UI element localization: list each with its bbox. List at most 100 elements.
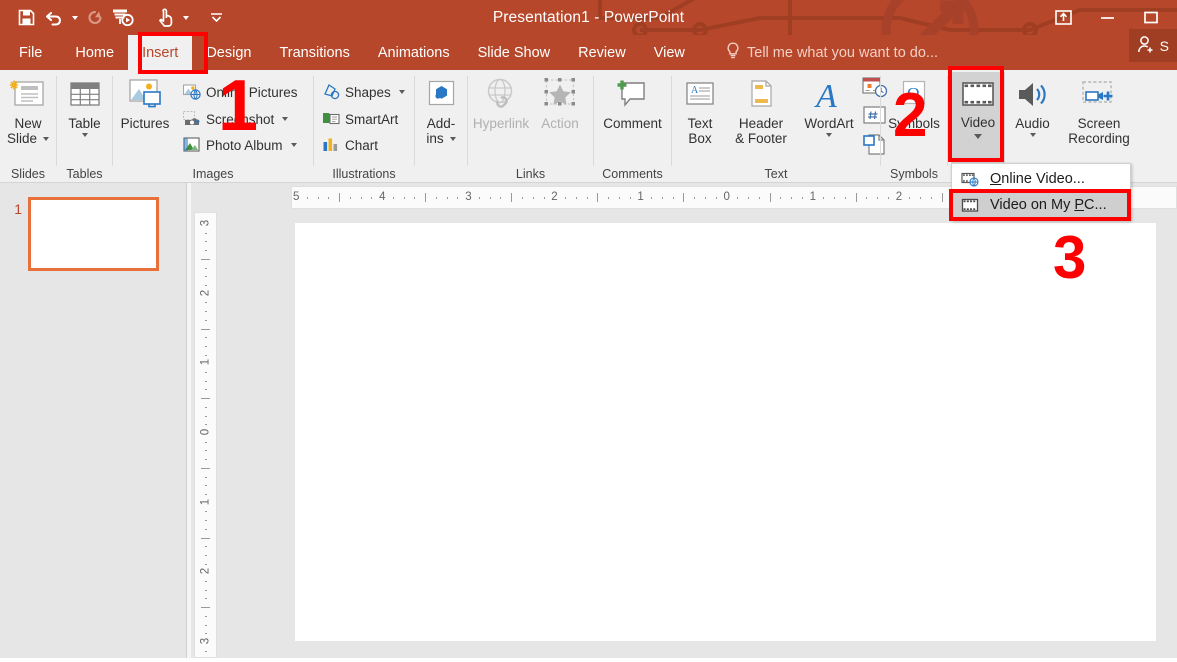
hruler-tick (780, 196, 782, 199)
menu-item-online-video-label: Online Video... (990, 171, 1085, 187)
wordart-button[interactable]: A WordArt (798, 73, 860, 137)
vruler-tick (204, 389, 207, 391)
vruler-tick-label: 1 (199, 359, 212, 366)
screenshot-dropdown-icon[interactable] (282, 117, 289, 121)
touch-mouse-dropdown-icon[interactable] (179, 3, 192, 33)
text-box-button[interactable]: A Text Box (676, 73, 724, 146)
slide-thumbnail-item[interactable]: 1 (0, 197, 187, 271)
quick-access-toolbar (0, 0, 226, 35)
new-slide-button[interactable]: New Slide (4, 73, 52, 146)
undo-dropdown-icon[interactable] (68, 3, 81, 33)
start-from-beginning-icon[interactable] (109, 3, 137, 33)
vruler-tick-label: 2 (199, 289, 212, 296)
group-label-links: Links (515, 167, 546, 181)
slide-canvas[interactable] (295, 223, 1156, 641)
tab-slide-show[interactable]: Slide Show (464, 35, 565, 70)
hruler-tick (435, 196, 437, 199)
ribbon-group-illustrations: Shapes SmartArt Chart Illustrations (314, 70, 414, 183)
table-button[interactable]: Table (60, 73, 109, 137)
pictures-button[interactable]: Pictures (115, 73, 175, 131)
customize-quick-access-icon[interactable] (206, 3, 226, 33)
tab-review[interactable]: Review (564, 35, 640, 70)
ribbon-group-links: Hyperlink Action Links (468, 70, 593, 183)
vruler-tick (201, 537, 210, 539)
group-label-slides: Slides (10, 167, 46, 181)
shapes-dropdown-icon[interactable] (398, 90, 405, 94)
ribbon-group-tables: Table Tables (57, 70, 112, 183)
vruler-tick (204, 302, 207, 304)
vruler-tick (201, 258, 210, 260)
table-label: Table (68, 116, 101, 131)
slide-editor-area: 6543210123 3210123 (191, 183, 1177, 658)
ribbon-group-images: Pictures Online Pictures Screenshot Phot… (113, 70, 313, 183)
hyperlink-button[interactable]: Hyperlink (470, 73, 532, 131)
hruler-tick (920, 196, 922, 199)
audio-dropdown-icon[interactable] (1029, 133, 1036, 137)
sign-in-label: S (1159, 37, 1169, 54)
vruler-tick (204, 615, 207, 617)
vruler-tick (204, 345, 207, 347)
tab-view[interactable]: View (640, 35, 699, 70)
sign-in-button[interactable]: S (1128, 29, 1177, 62)
smartart-button[interactable]: SmartArt (322, 110, 398, 128)
hruler-tick (704, 196, 706, 199)
header-footer-button[interactable]: Header & Footer (726, 73, 796, 146)
hruler-tick (565, 196, 567, 199)
comment-button[interactable]: Comment (596, 73, 669, 131)
audio-icon (1014, 73, 1052, 113)
hruler-tick-label: 2 (551, 191, 558, 203)
smartart-label: SmartArt (345, 111, 399, 127)
group-label-comments: Comments (602, 167, 663, 181)
new-slide-icon (9, 73, 47, 113)
tell-me-search[interactable]: Tell me what you want to do... (726, 35, 938, 70)
undo-icon[interactable] (40, 3, 68, 33)
pictures-icon (124, 73, 166, 113)
audio-button[interactable]: Audio (1006, 73, 1059, 137)
table-dropdown-icon[interactable] (81, 133, 88, 137)
chart-button[interactable]: Chart (322, 136, 378, 154)
action-button[interactable]: Action (532, 73, 588, 131)
vruler-tick (204, 624, 207, 626)
wordart-dropdown-icon[interactable] (826, 133, 832, 137)
screen-recording-button[interactable]: Screen Recording (1060, 73, 1138, 146)
wordart-icon: A (810, 73, 848, 113)
save-icon[interactable] (12, 3, 40, 33)
photo-album-icon (183, 136, 201, 154)
shapes-button[interactable]: Shapes (322, 83, 405, 101)
audio-label: Audio (1015, 116, 1050, 131)
action-icon (541, 73, 579, 113)
add-ins-dropdown-icon[interactable] (449, 136, 456, 141)
hruler-tick-label: 1 (809, 191, 816, 203)
tab-home[interactable]: Home (61, 35, 128, 70)
ribbon-display-options-icon[interactable] (1041, 3, 1085, 33)
vruler-tick (204, 511, 207, 513)
vertical-ruler[interactable]: 3 2 1 0 1 2 3 (194, 212, 217, 658)
add-ins-button[interactable]: Add- ins (417, 73, 465, 146)
slide-thumbnail[interactable] (28, 197, 159, 271)
hruler-tick (748, 196, 750, 199)
hruler-tick (339, 193, 341, 202)
vruler-tick (204, 250, 207, 252)
vruler-tick (204, 406, 207, 408)
vruler-tick (204, 520, 207, 522)
minimize-icon[interactable] (1085, 3, 1129, 33)
group-label-images: Images (192, 167, 234, 181)
tab-transitions[interactable]: Transitions (265, 35, 363, 70)
touch-mouse-mode-icon[interactable] (151, 3, 179, 33)
hruler-tick (791, 196, 793, 199)
tab-file[interactable]: File (0, 35, 61, 70)
hyperlink-label: Hyperlink (472, 116, 530, 131)
photo-album-dropdown-icon[interactable] (290, 143, 297, 147)
hruler-tick (500, 196, 502, 199)
new-slide-dropdown-icon[interactable] (43, 136, 50, 141)
add-ins-label-1: Add- (426, 116, 456, 131)
redo-icon[interactable] (81, 3, 109, 33)
hruler-tick (887, 196, 889, 199)
hruler-tick (608, 196, 610, 199)
group-label-text: Text (764, 167, 788, 181)
screen-recording-label-1: Screen (1077, 116, 1121, 131)
maximize-icon[interactable] (1129, 3, 1173, 33)
vruler-tick (204, 459, 207, 461)
tab-animations[interactable]: Animations (364, 35, 464, 70)
hruler-tick (834, 196, 836, 199)
